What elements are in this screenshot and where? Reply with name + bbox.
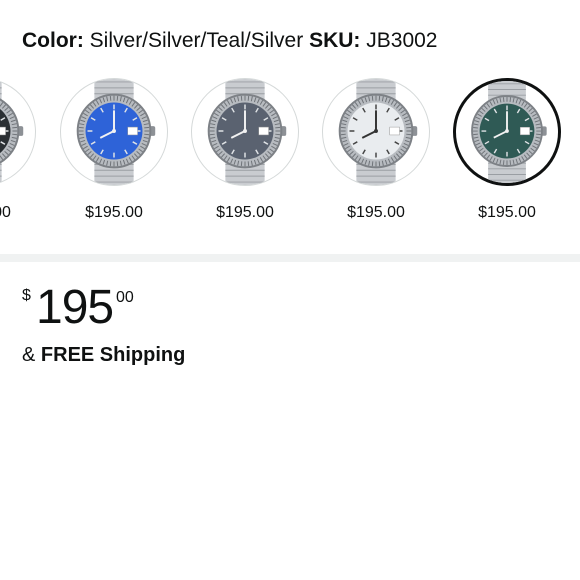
shipping-label: FREE Shipping bbox=[40, 344, 186, 366]
sku-label: SKU: bbox=[309, 29, 361, 52]
swatch-white[interactable]: $195.00 bbox=[322, 78, 430, 221]
watch-icon bbox=[471, 81, 547, 183]
price-fraction: 00 bbox=[116, 289, 134, 306]
swatch-price: $195.00 bbox=[85, 204, 143, 221]
swatch-price: $195.00 bbox=[0, 204, 11, 221]
swatch-image bbox=[453, 78, 561, 186]
swatch-image bbox=[0, 78, 36, 186]
price-whole: 195 bbox=[36, 281, 114, 334]
watch-icon bbox=[76, 79, 156, 185]
shipping-info: & FREE Shipping bbox=[22, 342, 185, 368]
swatch-image bbox=[60, 78, 168, 186]
section-divider bbox=[0, 254, 580, 262]
swatch-black[interactable]: $195.00 bbox=[0, 78, 36, 221]
watch-icon bbox=[0, 79, 24, 185]
swatch-teal-selected[interactable]: $195.00 bbox=[453, 78, 561, 221]
swatch-price: $195.00 bbox=[478, 204, 536, 221]
swatch-gray[interactable]: $195.00 bbox=[191, 78, 299, 221]
color-label: Color: bbox=[22, 29, 84, 52]
swatch-price: $195.00 bbox=[347, 204, 405, 221]
swatch-blue[interactable]: $195.00 bbox=[60, 78, 168, 221]
color-swatch-carousel: $195.00 $195.00 $195.00 $195.00 $195.00 bbox=[0, 70, 580, 230]
swatch-image bbox=[191, 78, 299, 186]
color-value: Silver/Silver/Teal/Silver bbox=[89, 29, 304, 52]
swatch-image bbox=[322, 78, 430, 186]
variant-info: Color: Silver/Silver/Teal/Silver SKU: JB… bbox=[22, 28, 438, 54]
watch-icon bbox=[338, 79, 418, 185]
price-currency: $ bbox=[22, 287, 31, 304]
swatch-price: $195.00 bbox=[216, 204, 274, 221]
watch-icon bbox=[207, 79, 287, 185]
sku-value: JB3002 bbox=[366, 29, 438, 52]
shipping-prefix: & bbox=[22, 344, 36, 366]
